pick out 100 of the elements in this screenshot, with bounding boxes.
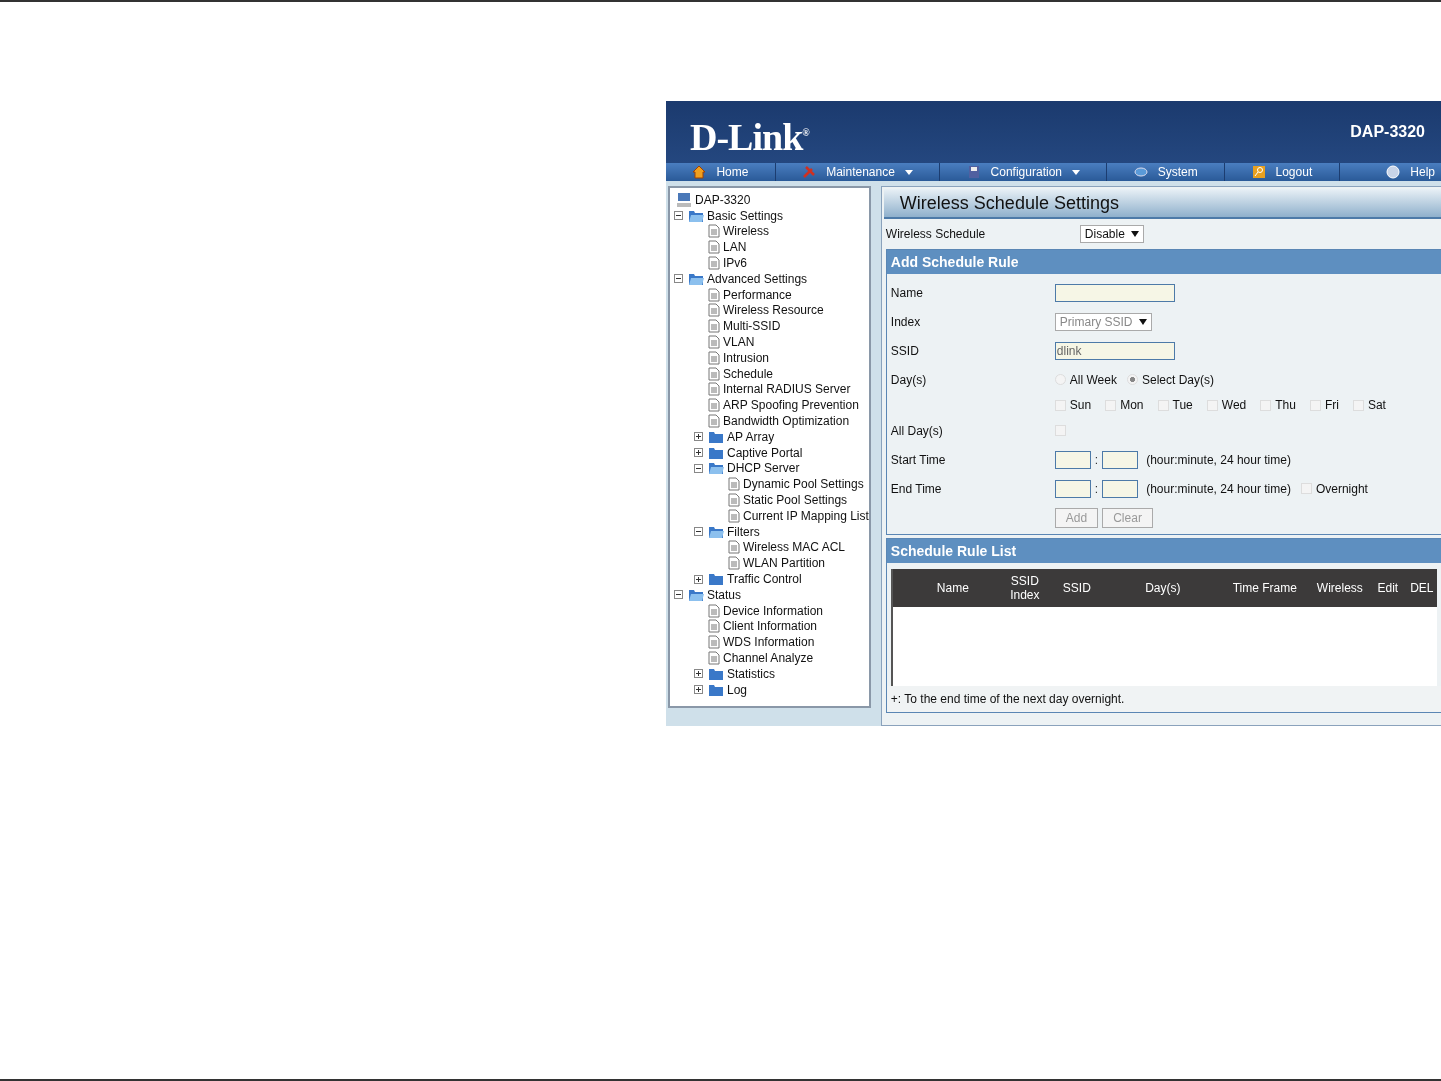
column-header: Wireless: [1315, 581, 1364, 595]
tree-item[interactable]: Traffic Control: [727, 572, 802, 586]
tree-item[interactable]: Statistics: [727, 666, 775, 681]
folder-icon: [708, 572, 724, 586]
computer-icon: [676, 191, 692, 208]
folder-icon: [708, 461, 724, 476]
field-label: SSID: [890, 343, 920, 358]
tree-item[interactable]: Internal RADIUS Server: [723, 382, 851, 397]
expander-icon[interactable]: [674, 590, 683, 600]
document-icon: [708, 398, 720, 413]
hour-field[interactable]: [1054, 479, 1091, 498]
hint-text: (hour:minute, 24 hour time): [1146, 452, 1291, 467]
option-label: Sat: [1367, 398, 1386, 412]
document-icon: [708, 287, 720, 302]
field-label: All Day(s): [890, 423, 944, 438]
field-label: End Time: [890, 481, 943, 496]
folder-icon: [708, 429, 724, 444]
tree-item[interactable]: Wireless MAC ACL: [743, 540, 846, 555]
document-icon: [708, 303, 720, 318]
document-icon: [708, 635, 720, 650]
tree-item[interactable]: VLAN: [723, 335, 755, 350]
tree-item[interactable]: Static Pool Settings: [743, 493, 848, 508]
field-label: Start Time: [890, 452, 947, 467]
model-name: DAP-3320: [1350, 123, 1425, 141]
document-icon: [708, 350, 720, 365]
tree-item[interactable]: ARP Spoofing Prevention: [723, 398, 859, 413]
expander-icon[interactable]: [674, 274, 683, 284]
tree-item[interactable]: Bandwidth Optimization: [723, 414, 850, 429]
expander-icon[interactable]: [694, 448, 703, 458]
column-header: Edit: [1376, 581, 1400, 595]
home-icon: [692, 165, 707, 179]
hour-field[interactable]: [1054, 450, 1091, 469]
tree-item[interactable]: DAP-3320: [695, 192, 751, 207]
menu-item[interactable]: Help: [1339, 163, 1441, 181]
menu-item[interactable]: Home: [666, 163, 776, 181]
time-separator: :: [1094, 481, 1099, 496]
tree-item[interactable]: WDS Information: [723, 635, 815, 650]
tree-item[interactable]: Multi-SSID: [723, 319, 781, 334]
menu-item[interactable]: System: [1107, 163, 1226, 181]
expander-icon[interactable]: [694, 685, 703, 695]
tree-item[interactable]: LAN: [723, 240, 747, 255]
time-separator: :: [1094, 452, 1099, 467]
menu-item[interactable]: Configuration: [940, 163, 1108, 181]
tree-item[interactable]: AP Array: [727, 429, 775, 444]
menu-item[interactable]: Maintenance: [775, 163, 941, 181]
option-label: Select Day(s): [1142, 372, 1214, 387]
folder-icon: [688, 271, 704, 286]
tree-item[interactable]: Basic Settings: [707, 208, 784, 223]
field-label: Name: [890, 285, 924, 300]
tree-item[interactable]: Client Information: [723, 619, 818, 634]
option-label: Thu: [1275, 398, 1296, 412]
dropdown-arrow-icon: [1138, 318, 1147, 325]
name-field[interactable]: [1054, 283, 1175, 302]
column-header: DEL: [1409, 581, 1435, 595]
help-icon: [1386, 165, 1401, 179]
document-icon: [708, 414, 720, 429]
field-label: Index: [890, 314, 922, 329]
expander-icon[interactable]: [694, 574, 703, 584]
menu-item[interactable]: Logout: [1225, 163, 1340, 181]
tree-item[interactable]: Wireless: [723, 224, 769, 239]
tree-item[interactable]: DHCP Server: [727, 461, 800, 476]
tree-item[interactable]: Log: [727, 682, 748, 697]
tools-icon: [802, 165, 817, 179]
expander-icon[interactable]: [694, 432, 703, 442]
tree-item[interactable]: Performance: [723, 287, 792, 302]
tree-item[interactable]: Captive Portal: [727, 445, 803, 460]
tree-item[interactable]: Schedule: [723, 366, 774, 381]
folder-icon: [708, 682, 724, 697]
document-icon: [728, 540, 740, 555]
folder-icon: [708, 524, 724, 539]
expander-icon[interactable]: [694, 463, 703, 473]
expander-icon[interactable]: [694, 669, 703, 679]
minute-field[interactable]: [1102, 479, 1139, 498]
radio-button[interactable]: [1127, 374, 1138, 385]
tree-item[interactable]: Intrusion: [723, 350, 770, 365]
section-title: Schedule Rule List: [886, 539, 1441, 563]
tree-item[interactable]: Channel Analyze: [723, 651, 814, 665]
ssid-field[interactable]: dlink: [1054, 341, 1175, 360]
tree-item[interactable]: IPv6: [723, 256, 747, 271]
tree-item[interactable]: Current IP Mapping List: [743, 508, 869, 523]
section-title: Add Schedule Rule: [886, 250, 1441, 274]
tree-item[interactable]: Advanced Settings: [707, 271, 808, 286]
field-label: Day(s): [890, 372, 928, 387]
folder-icon: [708, 445, 724, 460]
expander-icon[interactable]: [674, 211, 683, 221]
tree-item[interactable]: Wireless Resource: [723, 303, 824, 318]
column-header: SSID: [1061, 581, 1092, 595]
expander-icon[interactable]: [694, 527, 703, 537]
document-icon: [728, 556, 740, 571]
dropdown[interactable]: Disable: [1079, 225, 1144, 243]
tree-item[interactable]: Status: [707, 587, 742, 602]
tree-item[interactable]: Filters: [727, 524, 760, 539]
dropdown-arrow-icon: [1130, 231, 1139, 237]
tree-item[interactable]: Device Information: [723, 603, 824, 618]
document-icon: [708, 651, 720, 665]
column-header: Day(s): [1144, 581, 1182, 595]
minute-field[interactable]: [1102, 450, 1139, 469]
tree-item[interactable]: WLAN Partition: [743, 556, 826, 571]
tree-item[interactable]: Dynamic Pool Settings: [743, 477, 864, 492]
document-icon: [708, 382, 720, 397]
